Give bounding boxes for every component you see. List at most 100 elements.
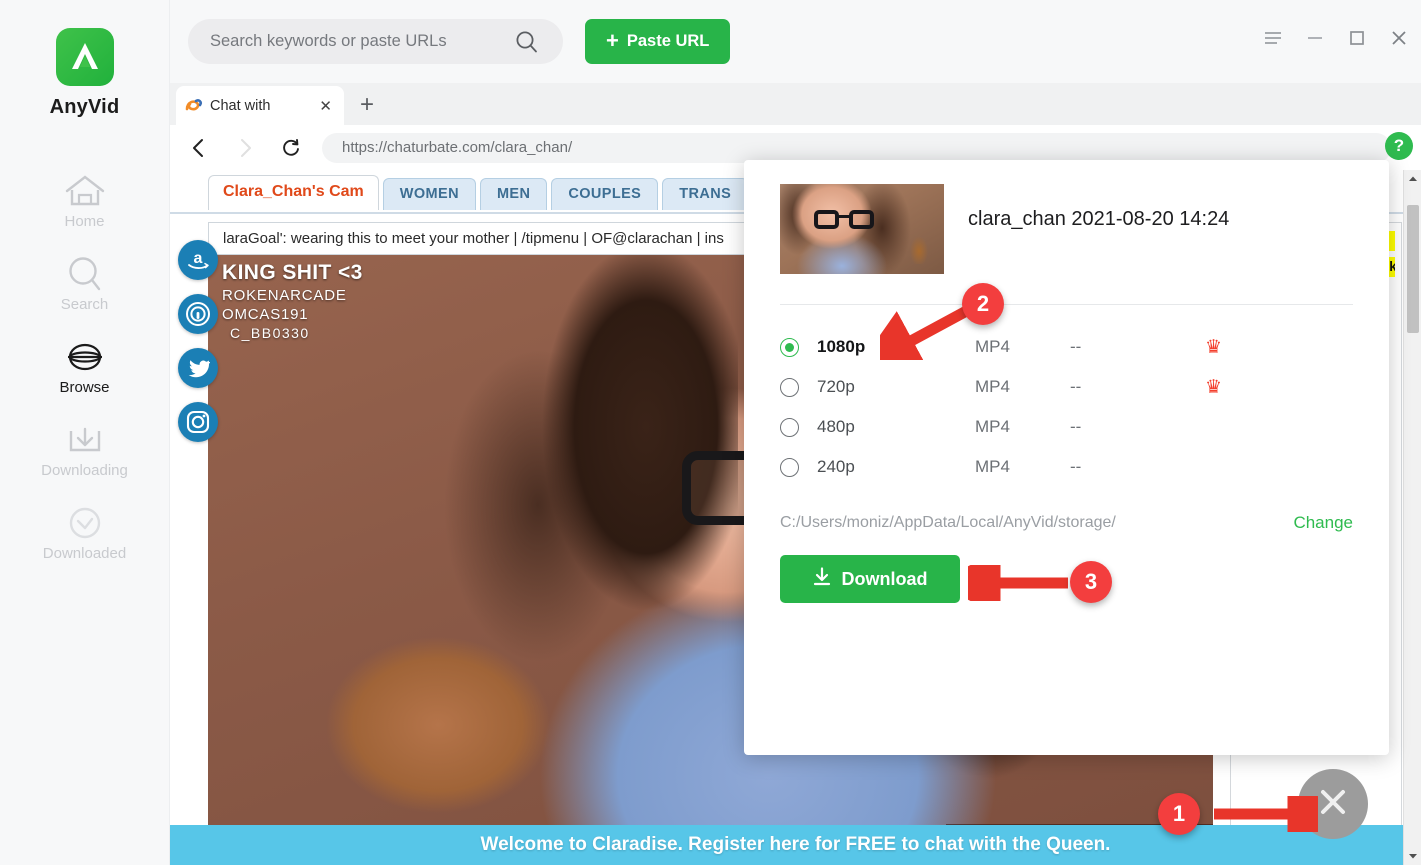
download-icon (63, 420, 107, 460)
sidebar-nav: Home Search Browse Downloading Downloade… (0, 157, 169, 572)
page-scrollbar[interactable] (1403, 170, 1421, 865)
page-tab-couples[interactable]: COUPLES (551, 178, 659, 210)
format-row-480p[interactable]: 480p MP4 -- (780, 407, 1353, 447)
crown-icon: ♛ (1205, 336, 1223, 358)
maximize-icon[interactable] (1347, 28, 1367, 48)
plus-icon: + (606, 27, 619, 53)
sidebar-item-browse[interactable]: Browse (0, 323, 169, 406)
download-dialog: clara_chan 2021-08-20 14:24 1080p MP4 --… (744, 160, 1389, 755)
page-tab-men[interactable]: MEN (479, 178, 548, 210)
download-button-label: Download (841, 568, 928, 589)
window-controls (1263, 28, 1409, 48)
annotation-marker-number: 2 (976, 291, 990, 316)
annotation-marker-number: 3 (1084, 569, 1098, 594)
format-size: -- (1070, 337, 1082, 356)
format-resolution: 720p (817, 377, 855, 396)
browser-tabstrip: Chat with ✕ + (170, 83, 1421, 125)
browser-tab-title: Chat with (210, 97, 271, 114)
change-path-link[interactable]: Change (1293, 513, 1353, 533)
format-extension: MP4 (975, 377, 1010, 396)
format-list: 1080p MP4 -- ♛ 720p MP4 -- ♛ 480p MP4 --… (744, 305, 1389, 487)
url-text: https://chaturbate.com/clara_chan/ (342, 139, 573, 156)
sidebar-item-downloading[interactable]: Downloading (0, 406, 169, 489)
page-tab-label: Clara_Chan's Cam (223, 183, 364, 200)
url-input[interactable]: https://chaturbate.com/clara_chan/ (322, 132, 1391, 163)
format-row-1080p[interactable]: 1080p MP4 -- ♛ (780, 327, 1353, 367)
annotation-marker-3: 3 (1070, 561, 1112, 603)
goal-notice-text: laraGoal': wearing this to meet your mot… (223, 230, 724, 247)
sidebar-item-label: Search (60, 296, 109, 313)
social-links: a (178, 240, 218, 442)
scroll-up-icon[interactable] (1404, 170, 1421, 188)
search-icon[interactable] (515, 30, 539, 59)
save-path-text: C:/Users/moniz/AppData/Local/AnyVid/stor… (780, 514, 1116, 531)
anyvid-app-window: AnyVid Home Search Browse Downloading Do… (0, 0, 1421, 865)
annotation-arrow-1 (1214, 796, 1318, 832)
page-tab-label: TRANS (679, 186, 732, 202)
overlay-line-2: OMCAS191 (222, 306, 309, 323)
download-button[interactable]: Download (780, 555, 960, 603)
sidebar-item-downloaded[interactable]: Downloaded (0, 489, 169, 572)
top-toolbar: + Paste URL (170, 0, 1421, 83)
format-size: -- (1070, 457, 1082, 476)
overlay-title: KING SHIT <3 (222, 261, 363, 284)
reload-button[interactable] (274, 131, 308, 165)
format-extension: MP4 (975, 457, 1010, 476)
help-button[interactable]: ? (1385, 132, 1413, 160)
scrollbar-thumb[interactable] (1407, 205, 1419, 333)
minimize-icon[interactable] (1305, 28, 1325, 48)
twitter-icon[interactable] (178, 348, 218, 388)
sidebar-item-home[interactable]: Home (0, 157, 169, 240)
browser-tab[interactable]: Chat with ✕ (176, 86, 344, 125)
search-box[interactable] (188, 19, 563, 64)
browse-globe-icon (61, 337, 109, 377)
back-button[interactable] (182, 131, 216, 165)
promo-banner-text: Welcome to Claradise. Register here for … (480, 834, 1111, 855)
tab-close-icon[interactable]: ✕ (315, 97, 336, 115)
close-x-icon (1313, 782, 1353, 827)
search-icon (63, 254, 107, 294)
page-tab-trans[interactable]: TRANS (662, 178, 749, 210)
paste-url-label: Paste URL (626, 32, 710, 50)
page-tab-clara-chans-cam[interactable]: Clara_Chan's Cam (208, 175, 379, 210)
format-extension: MP4 (975, 417, 1010, 436)
page-tab-women[interactable]: WOMEN (382, 178, 476, 210)
sidebar-item-label: Browse (59, 379, 110, 396)
sidebar: AnyVid Home Search Browse Downloading Do… (0, 0, 170, 865)
download-arrow-icon (813, 567, 831, 591)
format-row-720p[interactable]: 720p MP4 -- ♛ (780, 367, 1353, 407)
chaturbate-favicon (184, 97, 204, 115)
sidebar-item-label: Downloading (41, 462, 128, 479)
forward-button[interactable] (228, 131, 262, 165)
instagram-icon[interactable] (178, 402, 218, 442)
overlay-line-1: ROKENARCADE (222, 287, 347, 304)
app-name: AnyVid (49, 96, 120, 118)
sidebar-item-label: Downloaded (42, 545, 127, 562)
crown-icon: ♛ (1205, 376, 1223, 398)
radio-icon[interactable] (780, 377, 799, 397)
format-size: -- (1070, 377, 1082, 396)
scroll-down-icon[interactable] (1404, 847, 1421, 865)
check-circle-icon (63, 503, 107, 543)
radio-icon[interactable] (780, 417, 799, 437)
cam-overlay-text: KING SHIT <3 ROKENARCADE OMCAS191 C_BB03… (222, 261, 363, 341)
format-resolution: 480p (817, 417, 855, 436)
amazon-icon[interactable]: a (178, 240, 218, 280)
new-tab-button[interactable]: + (360, 93, 374, 117)
sidebar-item-search[interactable]: Search (0, 240, 169, 323)
search-input[interactable] (188, 32, 488, 51)
radio-icon[interactable] (780, 457, 799, 477)
dialog-title: clara_chan 2021-08-20 14:24 (968, 208, 1230, 230)
onlyfans-lock-icon[interactable] (178, 294, 218, 334)
radio-icon[interactable] (780, 337, 799, 357)
anyvid-logo-icon (55, 28, 114, 86)
annotation-marker-2: 2 (962, 283, 1004, 325)
dialog-header: clara_chan 2021-08-20 14:24 (744, 160, 1389, 274)
paste-url-button[interactable]: + Paste URL (585, 19, 731, 64)
page-tab-label: WOMEN (399, 186, 459, 202)
svg-text:a: a (194, 250, 203, 267)
close-icon[interactable] (1389, 28, 1409, 48)
format-row-240p[interactable]: 240p MP4 -- (780, 447, 1353, 487)
annotation-marker-1: 1 (1158, 793, 1200, 835)
menu-icon[interactable] (1263, 28, 1283, 48)
